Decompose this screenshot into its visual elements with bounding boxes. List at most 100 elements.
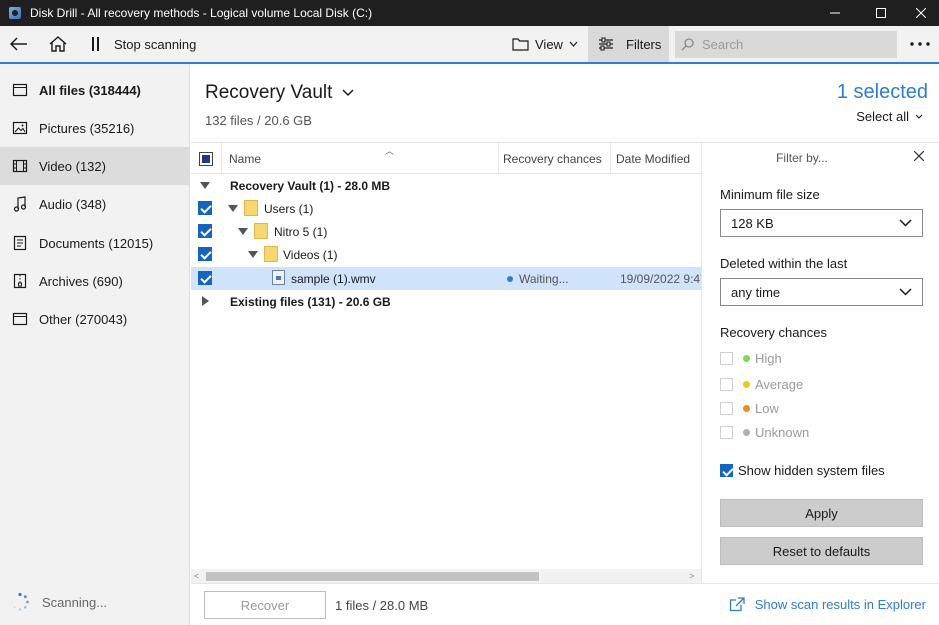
back-button[interactable] (8, 26, 30, 62)
chance-option-label: Low (755, 401, 779, 416)
expand-toggle-icon[interactable] (200, 182, 210, 189)
deleted-within-select[interactable]: any time (720, 278, 923, 306)
chance-checkbox[interactable] (720, 402, 733, 415)
column-header-recovery-chances[interactable]: Recovery chances (499, 143, 611, 174)
chance-option-low[interactable]: Low (720, 401, 779, 416)
show-in-explorer-link[interactable]: Show scan results in Explorer (729, 597, 926, 612)
sort-ascending-icon: ︿ (385, 146, 395, 156)
stop-scanning-button[interactable]: Stop scanning (114, 26, 196, 62)
sidebar-item-pictures[interactable]: Pictures (35216) (0, 109, 189, 147)
disk-drill-logo-icon (9, 7, 21, 19)
sidebar-item-all-files[interactable]: All files (318444) (0, 71, 189, 109)
sidebar: All files (318444) Pictures (35216) Vide… (0, 64, 190, 625)
sidebar-item-label: Pictures (35216) (39, 120, 135, 136)
file-list: Name ︿ Recovery chances Date Modified Re… (191, 142, 701, 583)
recover-button[interactable]: Recover (204, 591, 326, 619)
chevron-down-icon (342, 89, 354, 97)
external-link-icon (729, 597, 745, 612)
expand-toggle-icon[interactable] (202, 296, 209, 306)
video-file-icon (272, 270, 285, 285)
select-all-label: Select all (856, 109, 909, 124)
column-name-label: Name (229, 151, 262, 166)
sidebar-item-audio[interactable]: Audio (348) (0, 185, 189, 223)
sidebar-item-label: Video (132) (39, 158, 106, 174)
min-size-value: 128 KB (731, 215, 774, 231)
home-icon (49, 36, 67, 52)
more-dots-icon (910, 42, 930, 46)
row-checkbox[interactable] (198, 247, 212, 261)
disk-drill-window: Disk Drill - All recovery methods - Logi… (0, 0, 939, 625)
expand-toggle-icon[interactable] (248, 251, 258, 258)
sidebar-item-other[interactable]: Other (270043) (0, 300, 189, 338)
page-title: Recovery Vault (205, 82, 333, 103)
filters-label: Filters (626, 36, 662, 52)
chance-option-average[interactable]: Average (720, 377, 803, 392)
expand-toggle-icon[interactable] (228, 205, 238, 212)
scrollbar-thumb[interactable] (206, 572, 539, 581)
document-icon (12, 235, 28, 251)
header-select-all-checkbox[interactable] (191, 143, 222, 174)
close-window-button[interactable] (898, 0, 939, 26)
sidebar-item-video[interactable]: Video (132) (0, 147, 189, 185)
recovery-vault-dropdown[interactable]: Recovery Vault (205, 82, 354, 104)
title-bar: Disk Drill - All recovery methods - Logi… (0, 0, 939, 26)
chance-option-label: High (755, 351, 782, 366)
row-checkbox[interactable] (198, 271, 212, 285)
search-box[interactable] (675, 31, 897, 58)
scroll-right-icon[interactable]: > (689, 569, 694, 583)
archive-icon (12, 273, 28, 289)
horizontal-scrollbar[interactable]: < > (191, 569, 701, 583)
row-checkbox[interactable] (198, 224, 212, 238)
show-hidden-files-checkbox[interactable] (720, 464, 733, 477)
other-files-icon (12, 311, 28, 327)
high-dot-icon (743, 355, 750, 362)
apply-button[interactable]: Apply (720, 499, 923, 527)
sidebar-item-documents[interactable]: Documents (12015) (0, 224, 189, 262)
tree-row-label: Videos (1) (283, 247, 338, 262)
more-options-button[interactable] (908, 26, 932, 62)
row-checkbox[interactable] (198, 201, 212, 215)
show-hidden-files-option[interactable]: Show hidden system files (720, 463, 885, 478)
pause-icon (91, 37, 99, 51)
table-header: Name ︿ Recovery chances Date Modified (191, 143, 701, 174)
chance-option-high[interactable]: High (720, 351, 782, 366)
view-button[interactable]: View (512, 26, 578, 62)
sidebar-item-archives[interactable]: Archives (690) (0, 262, 189, 300)
tree-row-label: Nitro 5 (1) (274, 224, 328, 239)
chance-option-label: Unknown (755, 425, 810, 440)
maximize-icon (876, 8, 886, 18)
average-dot-icon (743, 381, 750, 388)
minimize-button[interactable] (812, 0, 858, 26)
pause-scan-button[interactable] (89, 26, 101, 62)
column-header-name[interactable]: Name ︿ (222, 143, 499, 174)
tree-row-nitro-5[interactable]: Nitro 5 (1) (191, 220, 701, 243)
vault-summary: 132 files / 20.6 GB (205, 113, 312, 128)
chance-checkbox[interactable] (720, 378, 733, 391)
chance-checkbox[interactable] (720, 426, 733, 439)
tree-row-recovery-vault[interactable]: Recovery Vault (1) - 28.0 MB (191, 174, 701, 197)
scroll-left-icon[interactable]: < (194, 569, 199, 583)
tree-row-videos[interactable]: Videos (1) (191, 243, 701, 266)
tree-row-existing-files[interactable]: Existing files (131) - 20.6 GB (191, 290, 701, 313)
chance-option-unknown[interactable]: Unknown (720, 425, 809, 440)
close-filter-button[interactable] (913, 148, 925, 166)
picture-icon (12, 120, 28, 136)
search-input[interactable] (702, 37, 882, 52)
min-size-select[interactable]: 128 KB (720, 209, 923, 237)
scan-status-label: Scanning... (42, 594, 108, 610)
reset-defaults-button[interactable]: Reset to defaults (720, 537, 923, 565)
home-button[interactable] (46, 26, 70, 62)
select-all-dropdown[interactable]: Select all (856, 109, 923, 124)
toolbar: Stop scanning View Filters (0, 26, 939, 64)
column-header-date-modified[interactable]: Date Modified (611, 143, 701, 174)
chance-checkbox[interactable] (720, 352, 733, 365)
unknown-dot-icon (743, 429, 750, 436)
status-dot-icon (507, 275, 513, 282)
search-icon (681, 38, 694, 51)
file-row-sample-wmv[interactable]: sample (1).wmv Waiting... 19/09/2022 9:4… (191, 267, 701, 290)
expand-toggle-icon[interactable] (238, 228, 248, 235)
filters-button[interactable]: Filters (588, 26, 669, 62)
folder-icon (244, 200, 258, 216)
bottom-bar: Recover 1 files / 28.0 MB Show scan resu… (191, 583, 939, 625)
tree-row-users[interactable]: Users (1) (191, 197, 701, 220)
